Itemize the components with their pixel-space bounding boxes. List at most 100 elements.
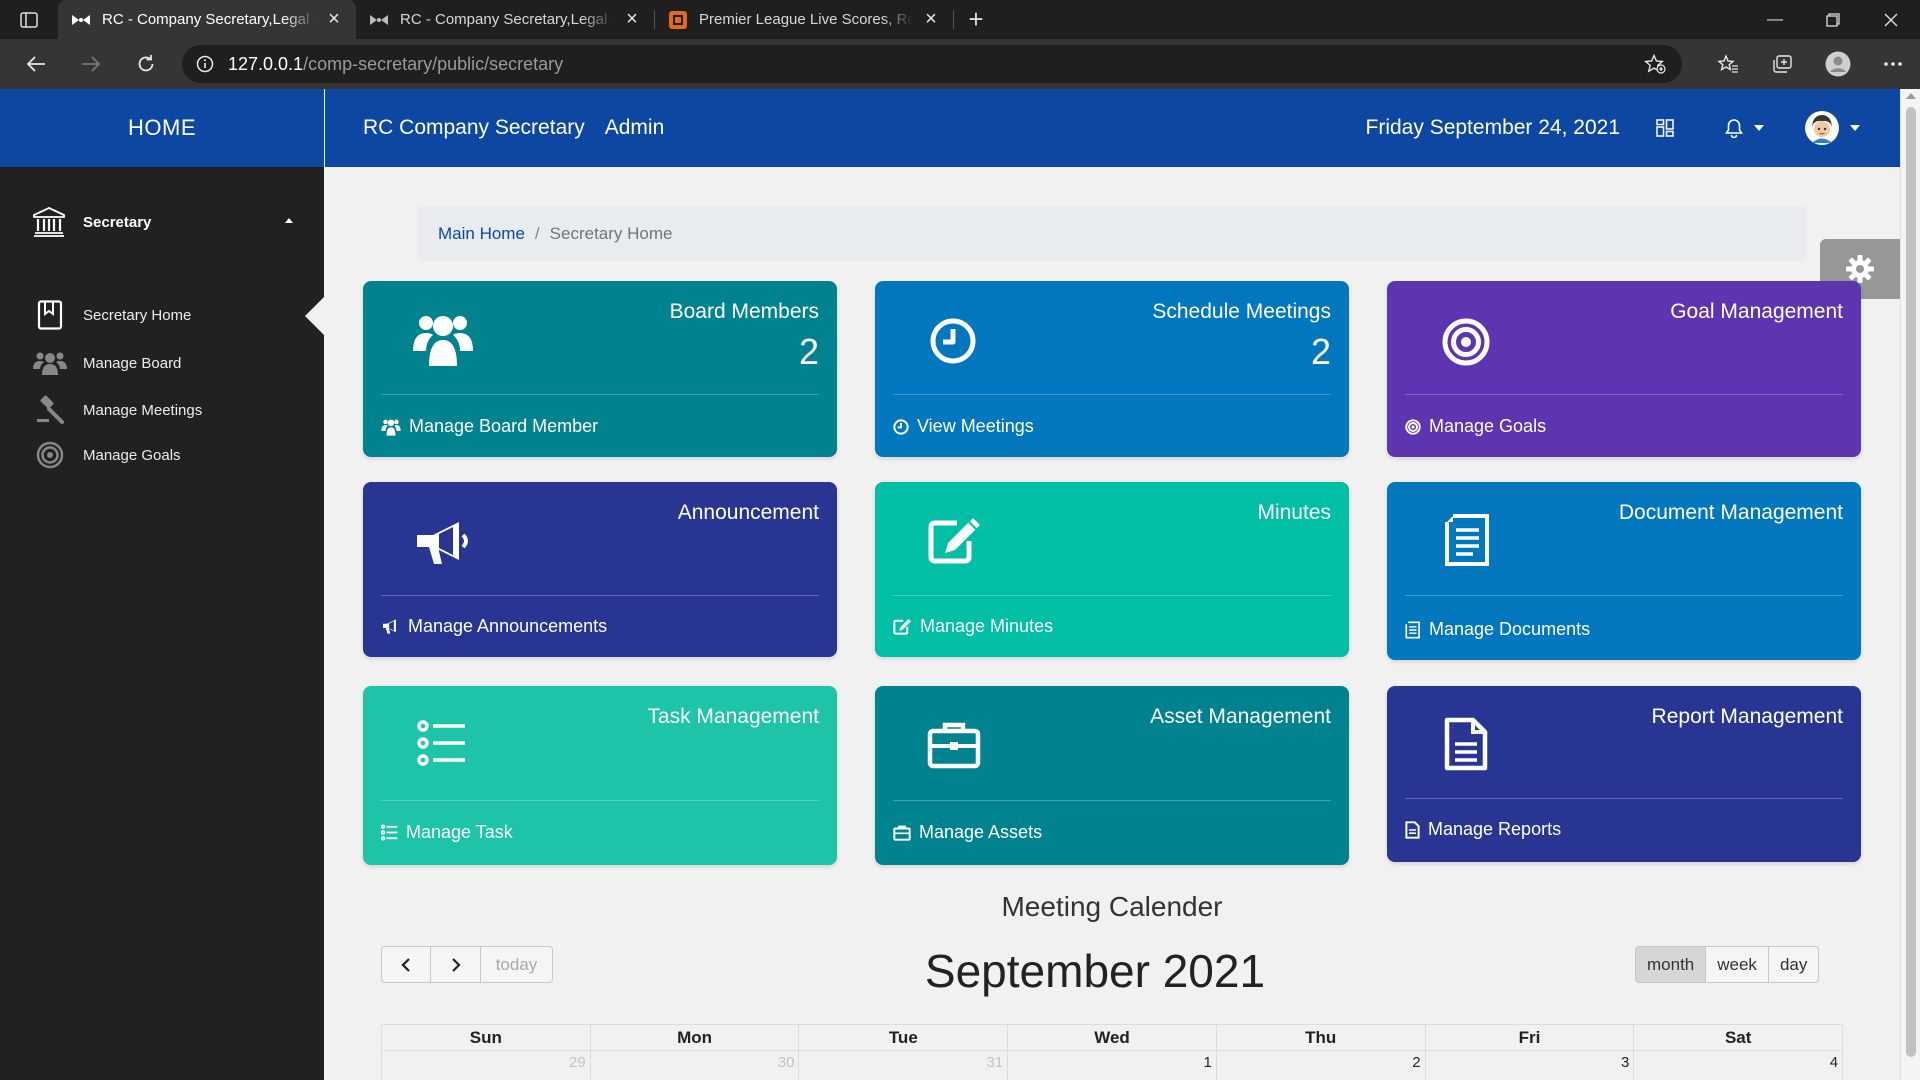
- address-bar[interactable]: 127.0.0.1/comp-secretary/public/secretar…: [182, 45, 1682, 83]
- role-label[interactable]: Admin: [605, 116, 665, 140]
- sidebar-section-secretary[interactable]: Secretary: [33, 207, 151, 237]
- add-favorite-icon[interactable]: [1644, 54, 1666, 74]
- manage-assets-link[interactable]: Manage Assets: [893, 822, 1042, 843]
- weekday-label: Tue: [798, 1025, 1007, 1050]
- list-icon: [381, 824, 398, 841]
- profile-avatar-icon: [1825, 51, 1850, 77]
- view-meetings-link[interactable]: View Meetings: [893, 416, 1034, 437]
- breadcrumb-separator: /: [534, 223, 540, 243]
- calendar-heading: Meeting Calender: [1001, 891, 1223, 922]
- arrow-right-icon: [81, 56, 100, 72]
- card-link-label: Manage Minutes: [920, 616, 1054, 636]
- weekday-label: Sun: [381, 1025, 590, 1050]
- sidebar-item-label: Manage Goals: [83, 446, 181, 464]
- tab-close-icon[interactable]: ×: [324, 9, 344, 30]
- top-navbar: RC Company Secretary Admin Friday Septem…: [325, 89, 1900, 167]
- manage-goals-link[interactable]: Manage Goals: [1405, 416, 1546, 437]
- card-divider: [893, 394, 1331, 395]
- dashboard-grid-button[interactable]: [1656, 119, 1674, 137]
- card-link-label: Manage Reports: [1428, 819, 1562, 839]
- calendar-day-cell[interactable]: 31: [798, 1051, 1007, 1080]
- tab-actions-menu-button[interactable]: [0, 0, 58, 39]
- calendar-weekday-header: Sun Mon Tue Wed Thu Fri Sat: [381, 1024, 1844, 1050]
- list-icon: [417, 718, 467, 768]
- manage-documents-link[interactable]: Manage Documents: [1405, 619, 1590, 640]
- settings-menu-button[interactable]: [1865, 39, 1920, 89]
- card-minutes: Minutes Manage Minutes: [875, 482, 1349, 657]
- sidebar-item-manage-meetings[interactable]: Manage Meetings: [33, 395, 202, 425]
- profile-button[interactable]: [1810, 39, 1865, 89]
- favorites-button[interactable]: [1700, 39, 1755, 89]
- browser-tab-1[interactable]: RC - Company Secretary,Legal & Complianc…: [58, 0, 356, 39]
- sidebar-item-label: Manage Meetings: [83, 401, 203, 419]
- manage-board-member-link[interactable]: Manage Board Member: [381, 416, 598, 437]
- calendar-day-cell[interactable]: 1: [1007, 1051, 1216, 1080]
- card-divider: [1405, 394, 1843, 395]
- document-icon: [1405, 621, 1421, 639]
- calendar-day-cell[interactable]: 29: [381, 1051, 590, 1080]
- forward-button[interactable]: [63, 39, 118, 89]
- home-brand-link[interactable]: HOME: [0, 89, 324, 167]
- minimize-button[interactable]: —: [1746, 0, 1804, 39]
- manage-minutes-link[interactable]: Manage Minutes: [893, 616, 1053, 637]
- users-icon: [33, 350, 67, 376]
- card-link-label: Manage Announcements: [408, 616, 608, 636]
- browser-tab-3[interactable]: Premier League Live Scores, Results ×: [655, 0, 953, 39]
- card-divider: [893, 595, 1331, 596]
- megaphone-icon: [415, 518, 471, 568]
- briefcase-icon: [893, 825, 911, 841]
- breadcrumb-main-home-link[interactable]: Main Home: [438, 224, 525, 244]
- card-title: Task Management: [647, 705, 819, 728]
- card-link-label: Manage Board Member: [409, 416, 599, 436]
- calendar-day-cell[interactable]: 3: [1424, 1051, 1634, 1080]
- calendar-day-cell[interactable]: 2: [1215, 1051, 1425, 1080]
- page-scrollbar[interactable]: [1900, 89, 1920, 1080]
- notifications-dropdown[interactable]: [1724, 118, 1764, 138]
- more-icon: [1883, 62, 1902, 66]
- tab-title: RC - Company Secretary,Legal & Complianc…: [400, 11, 614, 28]
- card-link-label: Manage Documents: [1429, 619, 1591, 639]
- restore-icon: [1826, 12, 1840, 27]
- calendar-week-view-button[interactable]: week: [1706, 946, 1769, 983]
- card-divider: [381, 800, 819, 801]
- reload-button[interactable]: [118, 39, 173, 89]
- sidebar-item-manage-board[interactable]: Manage Board: [33, 350, 181, 376]
- card-link-label: View Meetings: [917, 416, 1034, 436]
- url-path: /comp-secretary/public/secretary: [303, 53, 564, 74]
- scrollbar-thumb[interactable]: [1906, 107, 1916, 1057]
- app-title[interactable]: RC Company Secretary: [363, 116, 585, 140]
- calendar-month-view-button[interactable]: month: [1635, 946, 1707, 983]
- url-text: 127.0.0.1/comp-secretary/public/secretar…: [228, 54, 563, 75]
- card-report-management: Report Management Manage Reports: [1387, 686, 1861, 862]
- collections-button[interactable]: [1755, 39, 1810, 89]
- new-tab-button[interactable]: +: [954, 0, 998, 39]
- calendar-day-view-button[interactable]: day: [1768, 946, 1820, 983]
- info-icon[interactable]: [196, 55, 214, 73]
- scroll-up-icon[interactable]: [1906, 93, 1916, 99]
- manage-reports-link[interactable]: Manage Reports: [1405, 819, 1561, 840]
- calendar-view-switcher: month week day: [1635, 946, 1820, 983]
- caret-up-icon[interactable]: [285, 218, 293, 223]
- tab-close-icon[interactable]: ×: [921, 9, 941, 30]
- card-divider: [893, 800, 1331, 801]
- calendar-day-cell[interactable]: 30: [589, 1051, 799, 1080]
- card-count: 2: [798, 331, 819, 372]
- browser-tab-2[interactable]: RC - Company Secretary,Legal & Complianc…: [356, 0, 654, 39]
- back-button[interactable]: [8, 39, 63, 89]
- sidebar-item-manage-goals[interactable]: Manage Goals: [33, 441, 181, 469]
- weekday-label: Thu: [1215, 1025, 1425, 1050]
- card-count: 2: [1310, 331, 1331, 372]
- sidebar-item-secretary-home[interactable]: Secretary Home: [33, 300, 191, 330]
- manage-announcements-link[interactable]: Manage Announcements: [381, 616, 607, 637]
- card-schedule-meetings: Schedule Meetings 2 View Meetings: [875, 281, 1349, 457]
- restore-button[interactable]: [1804, 0, 1862, 39]
- calendar-day-cell[interactable]: 4: [1633, 1051, 1844, 1080]
- tab-close-icon[interactable]: ×: [622, 9, 642, 30]
- document-icon: [1443, 512, 1493, 568]
- manage-task-link[interactable]: Manage Task: [381, 822, 513, 843]
- tab-title: RC - Company Secretary,Legal & Complianc…: [102, 11, 316, 28]
- user-menu-dropdown[interactable]: [1804, 110, 1860, 146]
- close-window-button[interactable]: [1862, 0, 1920, 39]
- file-text-icon: [1443, 716, 1489, 772]
- edit-icon: [893, 618, 912, 635]
